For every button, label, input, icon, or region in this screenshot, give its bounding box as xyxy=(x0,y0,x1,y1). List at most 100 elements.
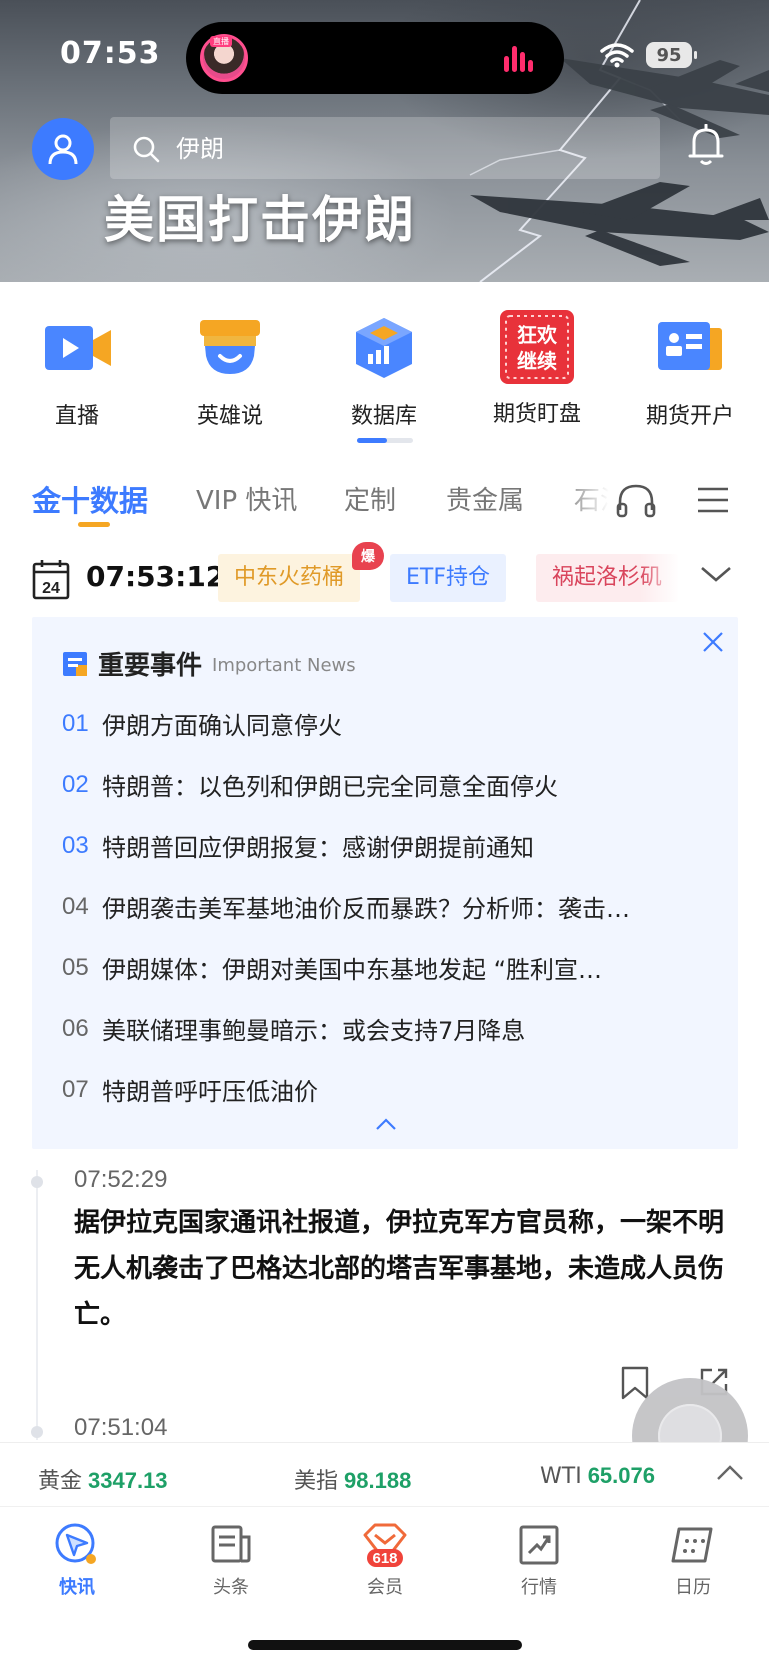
account-card-icon xyxy=(658,322,722,370)
shortcut-live[interactable]: 直播 xyxy=(17,312,137,430)
chevron-up-icon[interactable] xyxy=(375,1117,397,1131)
video-icon xyxy=(45,326,111,370)
search-icon xyxy=(133,136,160,163)
shortcut-grid: 直播 英雄说 数据库 狂欢 继续 期货盯盘 期货开户 xyxy=(0,300,769,440)
timeline-line xyxy=(36,1170,38,1440)
important-news-panel: 重要事件 Important News 01 伊朗方面确认同意停火 02 特朗普：以… xyxy=(32,617,738,1149)
newspaper-icon xyxy=(211,1525,251,1563)
battery-indicator: 95 xyxy=(646,42,697,68)
topic-chip-etf[interactable]: ETF持仓 xyxy=(390,554,506,602)
search-query-text: 伊朗 xyxy=(176,135,224,163)
headphones-icon[interactable] xyxy=(614,480,658,520)
ticker-value: 65.076 xyxy=(587,1463,655,1488)
vip-diamond-icon: 618 xyxy=(363,1523,407,1567)
ticker-value: 3347.13 xyxy=(88,1468,168,1493)
nav-headlines[interactable]: 头条 xyxy=(176,1521,286,1599)
news-doc-icon xyxy=(63,651,87,676)
important-news-header: 重要事件 Important News xyxy=(62,645,356,682)
news-item-number: 05 xyxy=(62,953,89,981)
close-icon[interactable] xyxy=(702,631,724,653)
chip-fade xyxy=(640,552,690,606)
chevron-down-icon[interactable] xyxy=(700,564,732,584)
shortcut-database[interactable]: 数据库 xyxy=(324,312,444,430)
ticker-usd-index[interactable]: 美指 98.188 xyxy=(294,1463,411,1495)
menu-icon[interactable] xyxy=(696,486,730,514)
news-item[interactable]: 05 伊朗媒体：伊朗对美国中东基地发起 “胜利宣… xyxy=(62,937,712,998)
news-item-text: 特朗普呼吁压低油价 xyxy=(102,1078,318,1106)
nav-calendar[interactable]: 日历 xyxy=(638,1521,748,1599)
user-avatar-button[interactable] xyxy=(32,118,94,180)
shortcut-hero-talk[interactable]: 英雄说 xyxy=(170,312,290,430)
news-item-text: 伊朗袭击美军基地油价反而暴跌？分析师：袭击… xyxy=(102,895,630,923)
hero-banner[interactable]: 07:53 直播 95 伊朗 美国打击伊朗 xyxy=(0,0,769,282)
live-tag: 直播 xyxy=(210,36,232,47)
channel-tabs: 金十数据 VIP 快讯 定制 贵金属 石油 xyxy=(0,472,769,532)
timeline-dot xyxy=(31,1426,43,1438)
news-item[interactable]: 06 美联储理事鲍曼暗示：或会支持7月降息 xyxy=(62,998,712,1059)
date-chip-row: 24 07:53:12 中东火药桶 爆 ETF持仓 祸起洛杉矶 xyxy=(0,542,769,606)
database-icon xyxy=(356,318,412,378)
live-clock: 07:53:12 xyxy=(86,560,226,593)
tab-custom[interactable]: 定制 xyxy=(344,480,396,517)
shortcut-label: 直播 xyxy=(54,404,99,429)
news-item-number: 06 xyxy=(62,1014,89,1042)
ticker-wti[interactable]: WTI 65.076 xyxy=(540,1463,655,1489)
ticker-name: 美指 xyxy=(294,1469,339,1494)
market-ticker[interactable]: 黄金 3347.13 美指 98.188 WTI 65.076 xyxy=(0,1442,769,1506)
nav-quotes[interactable]: 行情 xyxy=(484,1521,594,1599)
banner-title[interactable]: 美国打击伊朗 xyxy=(104,180,416,252)
news-item-number: 01 xyxy=(62,709,89,737)
nav-label: 头条 xyxy=(213,1577,249,1598)
tab-precious-metals[interactable]: 贵金属 xyxy=(446,480,524,517)
hot-badge: 爆 xyxy=(352,542,384,570)
chevron-up-icon[interactable] xyxy=(716,1463,744,1483)
nav-label: 行情 xyxy=(521,1577,557,1598)
nav-flash[interactable]: 快讯 xyxy=(22,1521,132,1599)
topic-chip-middle-east[interactable]: 中东火药桶 xyxy=(218,554,361,602)
hero-talk-icon xyxy=(200,320,260,374)
promo-text-1: 狂欢 xyxy=(517,323,558,347)
important-news-subtitle: Important News xyxy=(212,655,356,676)
shortcut-futures-account[interactable]: 期货开户 xyxy=(630,312,750,430)
shortcut-label: 数据库 xyxy=(350,404,417,429)
feed-time: 07:51:04 xyxy=(74,1414,168,1441)
news-item[interactable]: 02 特朗普：以色列和伊朗已完全同意全面停火 xyxy=(62,754,712,815)
ticker-name: WTI xyxy=(540,1464,582,1489)
audio-wave-icon xyxy=(504,44,534,72)
timeline-dot xyxy=(31,1176,43,1188)
ticker-value: 98.188 xyxy=(344,1468,412,1493)
news-item[interactable]: 01 伊朗方面确认同意停火 xyxy=(62,693,712,754)
news-item-number: 02 xyxy=(62,770,89,798)
dynamic-island[interactable]: 直播 xyxy=(186,22,564,94)
tab-vip-flash[interactable]: VIP 快讯 xyxy=(196,480,297,517)
news-item[interactable]: 03 特朗普回应伊朗报复：感谢伊朗提前通知 xyxy=(62,815,712,876)
nav-membership[interactable]: 618 会员 xyxy=(330,1521,440,1599)
news-item[interactable]: 04 伊朗袭击美军基地油价反而暴跌？分析师：袭击… xyxy=(62,876,712,937)
notification-bell-icon[interactable] xyxy=(688,124,724,166)
promo-text-2: 继续 xyxy=(517,349,557,373)
nav-label: 快讯 xyxy=(59,1577,95,1598)
news-item[interactable]: 07 特朗普呼吁压低油价 xyxy=(62,1059,712,1120)
feed-text[interactable]: 据伊拉克国家通讯社报道，伊拉克军方官员称，一架不明无人机袭击了巴格达北部的塔吉军… xyxy=(74,1200,724,1338)
news-item-text: 美联储理事鲍曼暗示：或会支持7月降息 xyxy=(102,1017,526,1045)
tab-jin10-data[interactable]: 金十数据 xyxy=(32,478,148,520)
wifi-icon xyxy=(600,43,634,68)
calendar-icon[interactable]: 24 xyxy=(32,558,70,600)
news-item-text: 伊朗方面确认同意停火 xyxy=(102,712,342,740)
feed-time: 07:52:29 xyxy=(74,1166,168,1193)
shortcut-label: 期货开户 xyxy=(645,404,734,429)
promo-icon: 狂欢 继续 xyxy=(500,310,574,384)
home-indicator[interactable] xyxy=(248,1640,522,1650)
news-item-number: 07 xyxy=(62,1075,89,1103)
user-icon xyxy=(48,134,78,165)
shortcut-futures-watch[interactable]: 狂欢 继续 期货盯盘 xyxy=(477,310,597,428)
bookmark-icon[interactable] xyxy=(620,1366,650,1400)
news-item-text: 特朗普回应伊朗报复：感谢伊朗提前通知 xyxy=(102,834,534,862)
active-tab-indicator xyxy=(78,522,110,527)
shortcut-scroll-indicator xyxy=(357,438,413,443)
news-item-number: 03 xyxy=(62,831,89,859)
calendar-nav-icon xyxy=(671,1527,713,1563)
search-input[interactable]: 伊朗 xyxy=(110,117,660,179)
news-item-number: 04 xyxy=(62,892,89,920)
ticker-gold[interactable]: 黄金 3347.13 xyxy=(38,1463,168,1495)
